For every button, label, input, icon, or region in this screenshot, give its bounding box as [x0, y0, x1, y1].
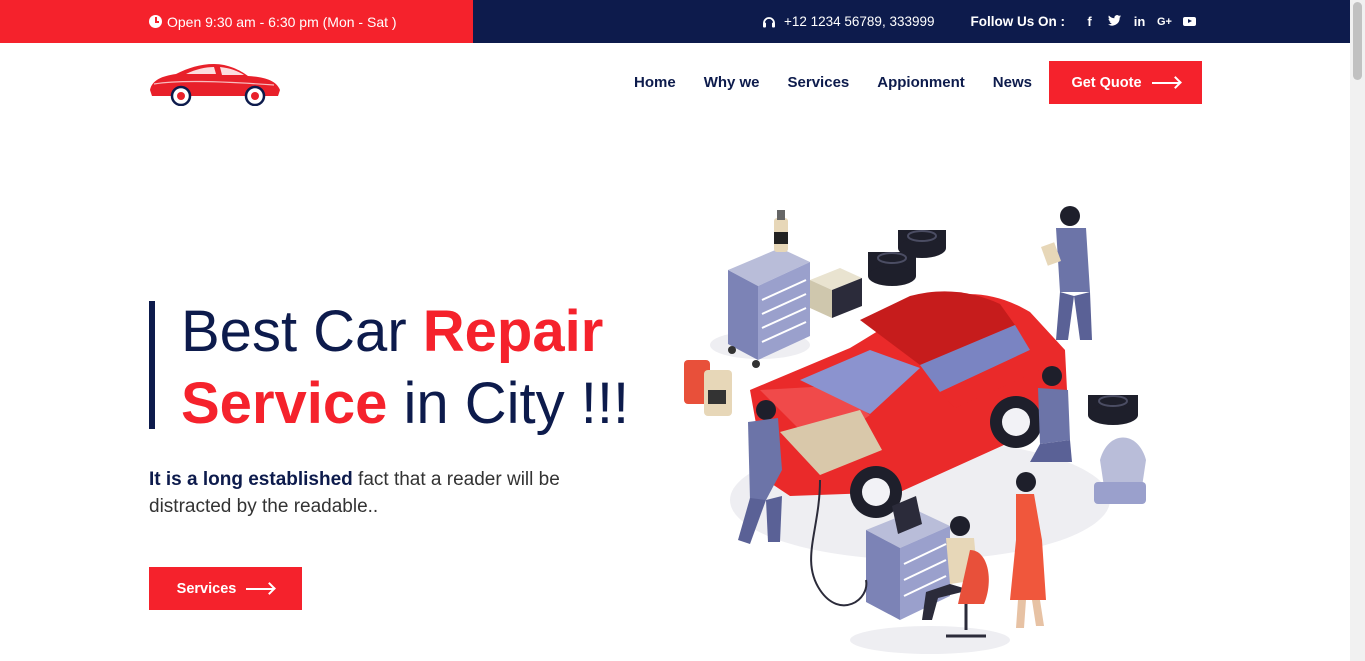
hero-title-highlight-1: Repair: [422, 299, 604, 364]
hero-accent-bar: [149, 301, 155, 429]
twitter-icon[interactable]: [1102, 14, 1127, 29]
hero-description: It is a long established fact that a rea…: [149, 466, 609, 520]
arrow-right-icon: [1151, 81, 1180, 84]
scrollbar-thumb[interactable]: [1353, 2, 1362, 80]
nav-news[interactable]: News: [993, 74, 1032, 91]
nav-services[interactable]: Services: [788, 74, 850, 91]
get-quote-button[interactable]: Get Quote: [1049, 61, 1202, 104]
contact-social-bar: +12 1234 56789, 333999 Follow Us On : f …: [473, 0, 1350, 43]
social-links: Follow Us On : f in G+: [971, 14, 1203, 29]
get-quote-label: Get Quote: [1071, 74, 1142, 91]
page-scrollbar[interactable]: [1350, 0, 1365, 661]
headset-icon: [762, 16, 775, 27]
phone-contact[interactable]: +12 1234 56789, 333999: [762, 14, 935, 29]
facebook-icon[interactable]: f: [1077, 14, 1102, 29]
car-repair-illustration: [684, 206, 1146, 654]
youtube-icon[interactable]: [1177, 17, 1202, 26]
arrow-right-icon: [246, 587, 275, 590]
car-logo[interactable]: [148, 60, 282, 106]
hero-title-part1: Best Car: [181, 299, 423, 364]
linkedin-icon[interactable]: in: [1127, 14, 1152, 29]
nav-why-we[interactable]: Why we: [704, 74, 760, 91]
hero-description-bold: It is a long established: [149, 469, 353, 490]
hero-title-part2: in City !!!: [387, 371, 630, 436]
nav-appointment[interactable]: Appionment: [877, 74, 965, 91]
opening-hours: Open 9:30 am - 6:30 pm (Mon - Sat ): [0, 0, 473, 43]
services-button-label: Services: [176, 580, 237, 597]
main-nav: Home Why we Services Appionment News: [620, 61, 1046, 104]
google-plus-icon[interactable]: G+: [1152, 16, 1177, 28]
hero-title: Best Car Repair Service in City !!!: [181, 296, 641, 440]
hero-title-highlight-2: Service: [181, 371, 388, 436]
follow-label: Follow Us On :: [970, 14, 1066, 29]
services-button[interactable]: Services: [149, 567, 302, 610]
nav-home[interactable]: Home: [634, 74, 676, 91]
clock-icon: [149, 15, 162, 28]
phone-number: +12 1234 56789, 333999: [783, 14, 935, 29]
opening-hours-text: Open 9:30 am - 6:30 pm (Mon - Sat ): [167, 13, 397, 30]
top-info-bar: Open 9:30 am - 6:30 pm (Mon - Sat ) +12 …: [0, 0, 1350, 43]
